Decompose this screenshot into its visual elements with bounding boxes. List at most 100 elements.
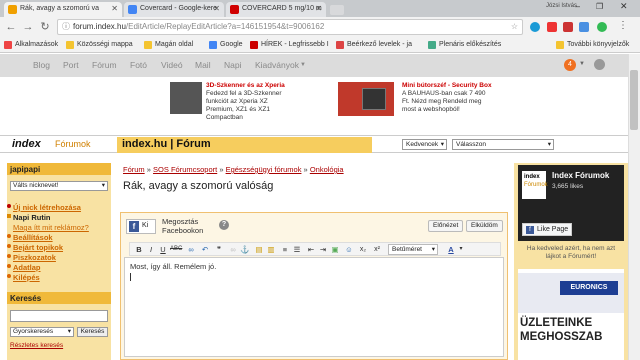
help-icon[interactable]: ? <box>219 220 229 230</box>
fb-page-title[interactable]: Index Fórumok <box>552 171 609 180</box>
paste-text-icon[interactable]: ▥ <box>266 244 276 255</box>
notification-badge[interactable]: 4 <box>564 59 576 71</box>
sidebar-link-profile[interactable]: Adatlap <box>7 263 41 272</box>
bold-icon[interactable]: B <box>134 244 144 255</box>
sidebar-link-ad[interactable]: Maga ítt mit reklámoz? <box>13 223 89 232</box>
send-button[interactable]: Elküldöm <box>466 220 503 232</box>
breadcrumb-oncology[interactable]: Onkológia <box>310 165 344 174</box>
nav-blog[interactable]: Blog <box>33 60 50 70</box>
indent-icon[interactable]: ⇥ <box>318 244 328 255</box>
chevron-down-icon[interactable]: ▾ <box>456 244 466 255</box>
index-logo[interactable]: index <box>12 138 41 150</box>
breadcrumb-sos[interactable]: SOS Fórumcsoport <box>153 165 217 174</box>
facebook-share-toggle[interactable]: f Ki <box>126 219 156 234</box>
tab-google[interactable]: Covercard - Google-kere ✕ <box>124 2 224 17</box>
paste-icon[interactable]: ▤ <box>254 244 264 255</box>
sidebar-link-settings[interactable]: Beállítások <box>7 233 53 242</box>
chevron-down-icon[interactable]: ▼ <box>579 61 585 67</box>
sidebar-link-drafts[interactable]: Piszkozatok <box>7 253 56 262</box>
minimize-icon[interactable]: – <box>575 1 580 11</box>
profile-icon <box>7 264 11 268</box>
ad-title[interactable]: Mini bútorszéf - Security Box <box>402 82 502 90</box>
search-button[interactable]: Keresés <box>77 327 108 337</box>
image-icon[interactable]: ▣ <box>330 244 340 255</box>
nick-select[interactable]: Válts nicknevet! ▾ <box>10 181 108 191</box>
info-icon[interactable]: ⓘ <box>62 20 70 34</box>
ad-bauhaus[interactable]: Mini bútorszéf - Security Box A BAUHAUS-… <box>402 82 502 114</box>
tab-active[interactable]: Rák, avagy a szomorú va ✕ <box>4 2 122 17</box>
link-icon[interactable]: ∞ <box>186 244 196 255</box>
extension-icon[interactable] <box>579 22 589 32</box>
bookmark-item[interactable]: HÍREK - Legfrissebb I <box>250 39 329 51</box>
bookmark-item[interactable]: Beérkező levelek - ja <box>336 39 412 51</box>
nav-video[interactable]: Videó <box>161 60 183 70</box>
facebook-page-widget[interactable]: index Fórumok Index Fórumok 3,665 likes … <box>518 165 624 241</box>
profile-name[interactable]: Józsi Istvás <box>546 3 577 9</box>
forumok-logo[interactable]: Fórumok <box>55 139 91 149</box>
smiley-icon[interactable]: ☺ <box>344 244 354 255</box>
search-input[interactable] <box>10 310 108 322</box>
nav-foto[interactable]: Fotó <box>130 60 147 70</box>
ordered-list-icon[interactable]: ☰ <box>292 244 302 255</box>
forward-icon[interactable]: → <box>21 20 35 34</box>
bookmark-item[interactable]: Google <box>209 39 243 51</box>
extension-icon[interactable] <box>597 22 607 32</box>
euronics-ad[interactable]: EURONICS ÜZLETEINKE MEGHOSSZAB <box>518 269 624 360</box>
skype-icon[interactable] <box>530 22 540 32</box>
italic-icon[interactable]: I <box>146 244 156 255</box>
sidebar-link-visited[interactable]: Bejárt topikok <box>7 243 63 252</box>
close-icon[interactable]: ✕ <box>111 4 118 13</box>
tab-title: COVERCARD 5 mg/10 m <box>242 5 322 12</box>
url-input[interactable]: ⓘ forum.index.hu/EditArticle/ReplayEditA… <box>57 19 523 35</box>
underline-icon[interactable]: U <box>158 244 168 255</box>
tab-covercard[interactable]: COVERCARD 5 mg/10 m ✕ <box>226 2 326 17</box>
font-size-select[interactable]: Betűméret ▾ <box>388 244 438 255</box>
close-icon[interactable]: ✕ <box>213 4 220 13</box>
nav-port[interactable]: Port <box>63 60 79 70</box>
breadcrumb-health[interactable]: Egészségügyi fórumok <box>226 165 302 174</box>
list-icon[interactable]: ≡ <box>280 244 290 255</box>
sidebar-link-new-nick[interactable]: Új nick létrehozása <box>7 203 81 212</box>
extension-icon[interactable] <box>547 22 557 32</box>
superscript-icon[interactable]: x² <box>372 244 382 255</box>
bookmark-more[interactable]: További könyvjelzők <box>556 39 629 51</box>
bookmark-item[interactable]: Alkalmazások <box>4 39 58 51</box>
scrollbar-thumb[interactable] <box>630 70 638 130</box>
quote-icon[interactable]: ❞ <box>214 244 224 255</box>
bookmark-item[interactable]: Magán oldal <box>144 39 193 51</box>
preview-button[interactable]: Előnézet <box>428 220 464 232</box>
bookmark-item[interactable]: Plenáris előkészítés <box>428 39 501 51</box>
reload-icon[interactable]: ↻ <box>38 20 52 34</box>
window-close-icon[interactable]: ✕ <box>620 1 628 12</box>
nav-kiadvanyok[interactable]: Kiadványok <box>255 60 299 70</box>
outdent-icon[interactable]: ⇤ <box>306 244 316 255</box>
ad-title[interactable]: 3D-Szkenner és az Xperia <box>206 82 316 90</box>
back-icon[interactable]: ← <box>4 20 18 34</box>
subscript-icon[interactable]: x₂ <box>358 244 368 255</box>
choose-select[interactable]: Válasszon ▾ <box>452 139 554 150</box>
strikethrough-icon[interactable]: ABC <box>170 244 182 255</box>
search-type-select[interactable]: Gyorskeresés ▾ <box>10 327 74 337</box>
fb-like-button[interactable]: f Like Page <box>522 223 572 236</box>
avatar[interactable] <box>594 59 605 70</box>
maximize-icon[interactable]: ❐ <box>596 2 603 11</box>
extension-icon[interactable] <box>563 22 573 32</box>
breadcrumb-forum[interactable]: Fórum <box>123 165 145 174</box>
menu-icon[interactable]: ⋮ <box>618 20 628 31</box>
ad-image-phone[interactable] <box>170 82 202 114</box>
favorites-select[interactable]: Kedvencek ▾ <box>402 139 447 150</box>
bookmark-item[interactable]: Közösségi mappa <box>66 39 133 51</box>
nav-napi[interactable]: Napi <box>224 60 241 70</box>
nav-forum[interactable]: Fórum <box>92 60 117 70</box>
ad-xperia[interactable]: 3D-Szkenner és az Xperia Fedezd fel a 3D… <box>206 82 316 122</box>
detailed-search-link[interactable]: Részletes keresés <box>10 342 63 349</box>
close-icon[interactable]: ✕ <box>315 4 322 13</box>
nav-mail[interactable]: Mail <box>195 60 211 70</box>
undo-icon[interactable]: ↶ <box>200 244 210 255</box>
ad-image-safe[interactable] <box>338 82 394 116</box>
message-textarea[interactable]: Most, így áll. Remélem jó. <box>124 257 504 357</box>
text-color-icon[interactable]: A <box>446 244 456 255</box>
sidebar-link-logout[interactable]: Kilépés <box>7 273 40 282</box>
new-tab-button[interactable] <box>330 5 344 15</box>
bookmark-star-icon[interactable]: ☆ <box>511 20 518 34</box>
